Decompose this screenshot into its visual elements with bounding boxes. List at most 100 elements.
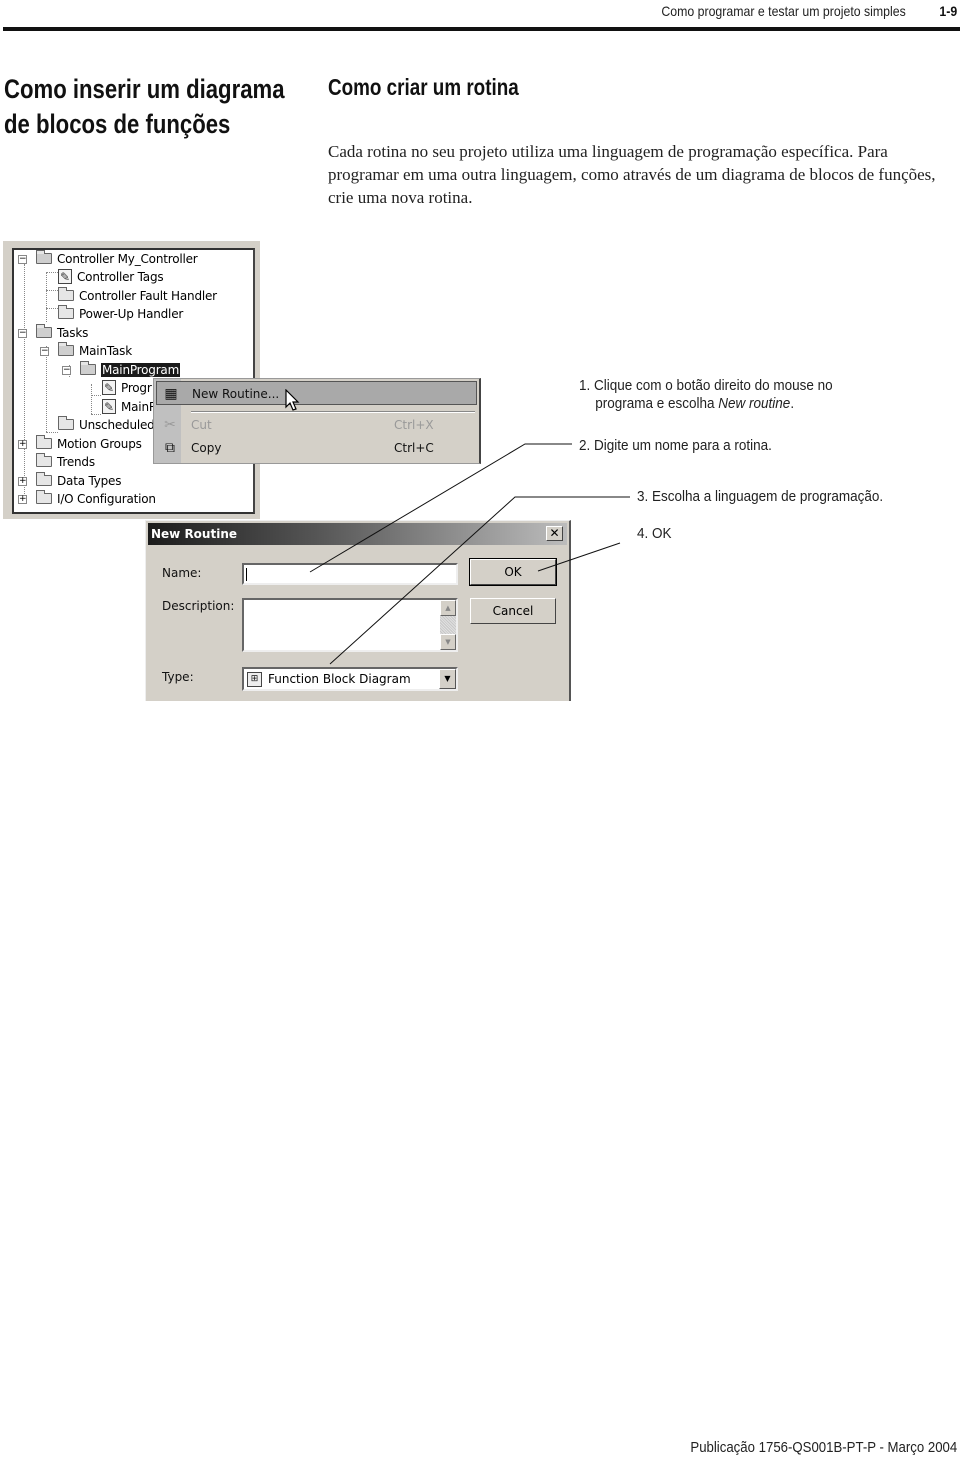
close-icon[interactable]: ✕ — [546, 526, 563, 541]
collapse-icon[interactable]: − — [40, 347, 49, 356]
folder-icon — [58, 287, 74, 301]
new-routine-icon: ▦ — [164, 386, 178, 402]
tree-item-controller-tags[interactable]: Controller Tags — [58, 268, 164, 286]
tags-icon — [58, 268, 72, 286]
tree-connector — [46, 272, 47, 322]
tree-item-label: Data Types — [57, 474, 122, 488]
folder-open-icon — [36, 250, 52, 264]
dialog-titlebar[interactable]: New Routine ✕ — [148, 523, 567, 545]
callout-step-3: 3. Escolha a linguagem de programação. — [637, 488, 883, 506]
callout-text: Clique com o botão direito do mouse no — [594, 377, 833, 394]
callout-step-2: 2. Digite um nome para a rotina. — [579, 437, 772, 455]
tree-connector — [46, 272, 58, 273]
copy-icon: ⧉ — [165, 440, 175, 456]
tree-connector — [24, 264, 25, 496]
tree-item-trends[interactable]: Trends — [36, 453, 95, 471]
publication-footer: Publicação 1756-QS001B-PT-P - Março 2004 — [690, 1439, 957, 1456]
tree-connector — [46, 432, 58, 433]
ok-button[interactable]: OK — [469, 558, 557, 586]
callout-text: programa e escolha — [595, 395, 719, 412]
scissors-icon: ✂ — [164, 417, 176, 433]
tree-item-mainprogram[interactable]: − MainProgram — [62, 361, 181, 379]
scroll-down-icon[interactable]: ▼ — [440, 634, 456, 650]
tree-item-label: Tasks — [57, 326, 89, 340]
menu-item-label: New Routine... — [192, 387, 280, 401]
body-paragraph: Cada rotina no seu projeto utiliza uma l… — [328, 142, 936, 207]
tree-item-powerup-handler[interactable]: Power-Up Handler — [58, 305, 183, 323]
cancel-button[interactable]: Cancel — [470, 598, 556, 624]
menu-item-cut[interactable]: ✂ Cut Ctrl+X — [156, 413, 477, 437]
page-number: 1-9 — [939, 3, 957, 19]
tree-item-program-tags[interactable]: Progr — [102, 379, 152, 397]
tree-item-label: Controller Fault Handler — [79, 289, 217, 303]
callout-text: Digite um nome para a rotina. — [594, 437, 772, 454]
tree-item-motion-groups[interactable]: + Motion Groups — [18, 435, 142, 453]
tags-icon — [102, 379, 116, 397]
menu-item-label: Cut — [191, 418, 212, 432]
callout-number: 4. — [637, 525, 649, 542]
tree-item-maintask[interactable]: − MainTask — [40, 342, 132, 360]
tree-item-label: Controller Tags — [77, 270, 164, 284]
folder-icon — [58, 416, 74, 430]
collapse-icon[interactable]: − — [62, 366, 71, 375]
menu-item-shortcut: Ctrl+X — [394, 418, 434, 432]
section-heading: Como criar um rotina — [328, 74, 519, 100]
callout-text: . — [790, 395, 795, 412]
tree-item-tasks[interactable]: − Tasks — [18, 324, 88, 342]
tree-item-data-types[interactable]: + Data Types — [18, 472, 121, 490]
side-heading-line1: Como inserir um diagrama — [4, 74, 285, 104]
chevron-down-icon[interactable]: ▼ — [439, 669, 456, 689]
tree-item-controller[interactable]: − Controller My_Controller — [18, 250, 198, 268]
expand-icon[interactable]: + — [18, 477, 27, 486]
running-header: Como programar e testar um projeto simpl… — [0, 0, 960, 31]
new-routine-dialog: New Routine ✕ Name: Description: ▲ ▼ Typ… — [145, 520, 571, 701]
type-selected-value: Function Block Diagram — [268, 672, 411, 686]
folder-icon — [36, 453, 52, 467]
callout-text: Escolha a linguagem de programação. — [652, 488, 884, 505]
running-title: Como programar e testar um projeto simpl… — [661, 3, 906, 19]
type-select[interactable]: ⊞ Function Block Diagram ▼ — [242, 667, 458, 691]
side-heading-line2: de blocos de funções — [4, 109, 231, 139]
routine-icon — [102, 398, 116, 416]
mouse-cursor-icon — [285, 389, 300, 411]
collapse-icon[interactable]: − — [18, 255, 27, 264]
folder-open-icon — [36, 324, 52, 338]
tree-connector — [91, 384, 92, 414]
tree-item-label: Controller My_Controller — [57, 252, 198, 266]
scroll-up-icon[interactable]: ▲ — [440, 600, 456, 616]
program-icon — [80, 361, 96, 375]
tree-item-unscheduled[interactable]: Unscheduled — [58, 416, 155, 434]
tree-item-label: I/O Configuration — [57, 492, 156, 506]
description-input[interactable]: ▲ ▼ — [242, 598, 458, 652]
tree-item-label: Progr — [121, 381, 152, 395]
callout-number: 2. — [579, 437, 591, 454]
dialog-title: New Routine — [151, 527, 238, 541]
menu-item-copy[interactable]: ⧉ Copy Ctrl+C — [156, 436, 477, 460]
tree-item-io-configuration[interactable]: + I/O Configuration — [18, 490, 156, 508]
expand-icon[interactable]: + — [18, 440, 27, 449]
folder-icon — [36, 490, 52, 504]
callout-emphasis: New routine — [718, 395, 791, 412]
tree-item-mainroutine[interactable]: MainR — [102, 398, 157, 416]
callout-step-1: 1. Clique com o botão direito do mouse n… — [579, 377, 833, 413]
description-label: Description: — [162, 599, 235, 613]
menu-item-new-routine[interactable]: ▦ New Routine... — [156, 381, 477, 405]
callout-number: 1. — [579, 377, 591, 394]
name-input[interactable] — [242, 563, 458, 585]
task-icon — [58, 342, 74, 356]
function-block-icon: ⊞ — [247, 672, 262, 687]
description-scrollbar[interactable]: ▲ ▼ — [440, 600, 456, 650]
callout-step-4: 4. OK — [637, 525, 672, 543]
tree-item-fault-handler[interactable]: Controller Fault Handler — [58, 287, 217, 305]
folder-icon — [36, 435, 52, 449]
expand-icon[interactable]: + — [18, 495, 27, 504]
text-caret — [246, 568, 247, 581]
callout-text: OK — [652, 525, 672, 542]
folder-icon — [36, 472, 52, 486]
tree-item-label: MainProgram — [101, 363, 181, 377]
tree-item-label: Unscheduled — [79, 418, 155, 432]
collapse-icon[interactable]: − — [18, 329, 27, 338]
header-rule — [3, 27, 960, 31]
tree-connector — [46, 290, 58, 291]
tree-item-label: Power-Up Handler — [79, 307, 184, 321]
